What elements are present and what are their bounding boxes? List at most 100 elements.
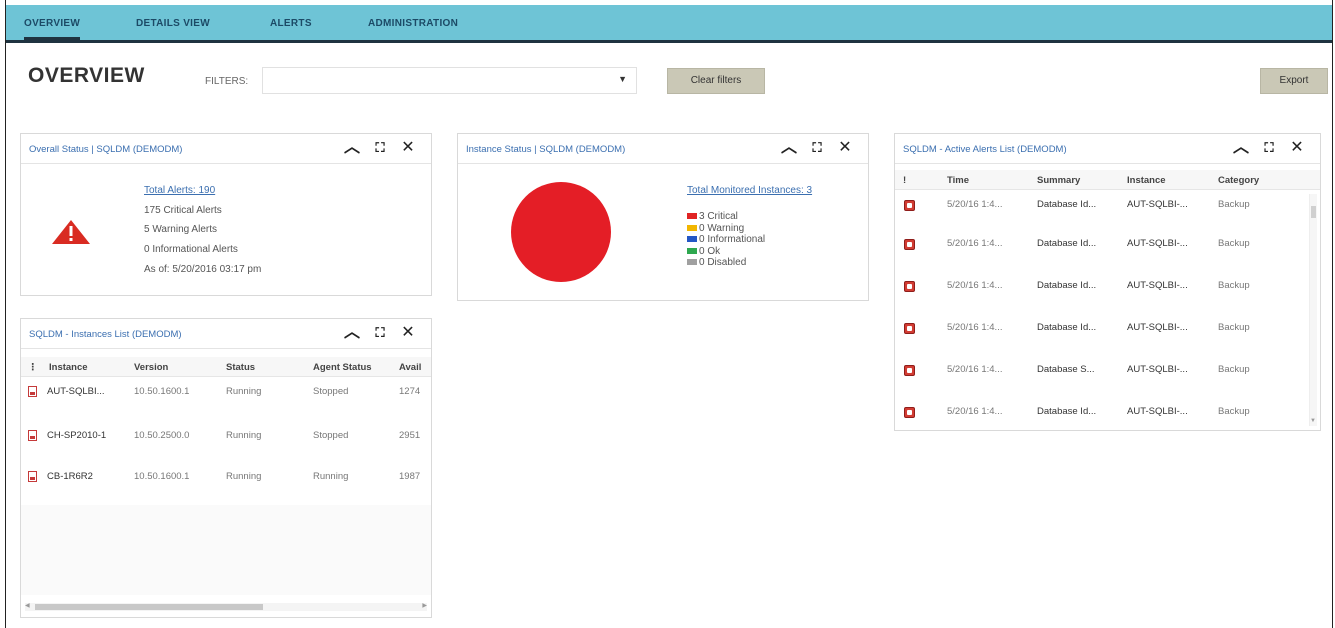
active-alerts-panel: SQLDM - Active Alerts List (DEMODM) ︿ ⛶ … <box>894 133 1321 431</box>
alert-instance: AUT-SQLBI-... <box>1127 199 1188 210</box>
expand-icon[interactable]: ⛶ <box>371 324 389 342</box>
alert-summary: Database Id... <box>1037 322 1097 333</box>
instance-availability: 1274 <box>399 386 421 397</box>
instance-name: CH-SP2010-1 <box>47 430 107 441</box>
alert-square-icon <box>904 200 915 211</box>
table-row[interactable]: 5/20/16 1:4... Database Id... AUT-SQLBI-… <box>895 191 1308 225</box>
instance-availability: 1987 <box>399 471 421 482</box>
column-header-severity[interactable]: ! <box>903 175 906 186</box>
alert-time: 5/20/16 1:4... <box>947 199 1003 210</box>
alert-time: 5/20/16 1:4... <box>947 406 1003 417</box>
column-header-time[interactable]: Time <box>947 175 969 186</box>
alert-instance: AUT-SQLBI-... <box>1127 322 1188 333</box>
column-header-status[interactable]: Status <box>226 362 255 373</box>
expand-icon[interactable]: ⛶ <box>1260 139 1278 157</box>
expand-icon[interactable]: ⛶ <box>808 139 826 157</box>
instance-name: CB-1R6R2 <box>47 471 93 482</box>
chevron-up-icon[interactable]: ︿ <box>780 139 798 157</box>
warning-alerts-count: 5 Warning Alerts <box>144 224 217 235</box>
alert-time: 5/20/16 1:4... <box>947 280 1003 291</box>
alert-instance: AUT-SQLBI-... <box>1127 406 1188 417</box>
instance-status: Running <box>226 471 262 482</box>
column-header-instance[interactable]: Instance <box>1127 175 1166 186</box>
alerts-vertical-scrollbar[interactable]: ▼ <box>1309 194 1317 426</box>
alert-instance: AUT-SQLBI-... <box>1127 238 1188 249</box>
close-icon[interactable]: ✕ <box>399 324 417 342</box>
chevron-up-icon[interactable]: ︿ <box>343 324 361 342</box>
panel-title: SQLDM - Instances List (DEMODM) <box>29 329 182 340</box>
scroll-down-arrow-icon[interactable]: ▼ <box>1310 418 1316 424</box>
export-button[interactable]: Export <box>1260 68 1328 94</box>
column-header-summary[interactable]: Summary <box>1037 175 1080 186</box>
table-row[interactable]: AUT-SQLBI... 10.50.1600.1 Running Stoppe… <box>21 379 431 409</box>
legend-item-informational: 0 Informational <box>687 229 765 245</box>
panel-title: Instance Status | SQLDM (DEMODM) <box>466 144 626 155</box>
alert-category: Backup <box>1218 238 1250 249</box>
empty-grid-area <box>21 505 431 595</box>
table-row[interactable]: 5/20/16 1:4... Database Id... AUT-SQLBI-… <box>895 225 1308 259</box>
expand-icon[interactable]: ⛶ <box>371 139 389 157</box>
close-icon[interactable]: ✕ <box>836 139 854 157</box>
table-row[interactable]: 5/20/16 1:4... Database Id... AUT-SQLBI-… <box>895 309 1308 343</box>
alert-square-icon <box>904 239 915 250</box>
tab-details-view[interactable]: DETAILS VIEW <box>136 5 210 40</box>
column-header-version[interactable]: Version <box>134 362 168 373</box>
instance-agent-status: Stopped <box>313 386 349 397</box>
total-monitored-instances-link[interactable]: Total Monitored Instances: 3 <box>687 185 812 196</box>
column-header-marker: ⋮ <box>28 362 38 373</box>
as-of-timestamp: As of: 5/20/2016 03:17 pm <box>144 264 262 275</box>
close-icon[interactable]: ✕ <box>399 139 417 157</box>
instance-status-legend: 3 Critical 0 Warning 0 Informational 0 O… <box>687 206 765 268</box>
total-alerts-link[interactable]: Total Alerts: 190 <box>144 185 215 196</box>
instance-version: 10.50.1600.1 <box>134 386 190 397</box>
alert-time: 5/20/16 1:4... <box>947 238 1003 249</box>
alert-category: Backup <box>1218 364 1250 375</box>
tab-administration[interactable]: ADMINISTRATION <box>368 5 458 40</box>
alert-time: 5/20/16 1:4... <box>947 322 1003 333</box>
instance-status: Running <box>226 430 262 441</box>
alert-summary: Database Id... <box>1037 406 1097 417</box>
alerts-grid-header: ! Time Summary Instance Category <box>895 170 1320 190</box>
instance-agent-status: Running <box>313 471 349 482</box>
instance-name: AUT-SQLBI... <box>47 386 105 397</box>
instance-status-pie-chart[interactable] <box>510 181 612 283</box>
instance-document-icon <box>28 386 37 397</box>
clear-filters-button[interactable]: Clear filters <box>667 68 765 94</box>
table-row[interactable]: 5/20/16 1:4... Database S... AUT-SQLBI-.… <box>895 351 1308 385</box>
pie-slice-critical <box>511 182 611 282</box>
scroll-left-arrow-icon[interactable]: ◀ <box>25 602 30 609</box>
tab-alerts[interactable]: ALERTS <box>270 5 312 40</box>
alert-summary: Database Id... <box>1037 280 1097 291</box>
filters-dropdown[interactable]: ▼ <box>262 67 637 94</box>
table-row[interactable]: 5/20/16 1:4... Database Id... AUT-SQLBI-… <box>895 393 1308 427</box>
column-header-instance[interactable]: Instance <box>49 362 88 373</box>
table-row[interactable]: CB-1R6R2 10.50.1600.1 Running Running 19… <box>21 464 431 494</box>
table-row[interactable]: 5/20/16 1:4... Database Id... AUT-SQLBI-… <box>895 267 1308 301</box>
instances-horizontal-scrollbar[interactable]: ◀ ▶ <box>25 603 427 611</box>
legend-item-critical: 3 Critical <box>687 206 765 222</box>
alerts-grid-body: 5/20/16 1:4... Database Id... AUT-SQLBI-… <box>895 191 1308 426</box>
scrollbar-thumb[interactable] <box>1311 206 1316 218</box>
instance-document-icon <box>28 471 37 482</box>
column-header-agent-status[interactable]: Agent Status <box>313 362 372 373</box>
filters-label: FILTERS: <box>205 76 249 87</box>
column-header-availability[interactable]: Avail <box>399 362 421 373</box>
instance-version: 10.50.2500.0 <box>134 430 190 441</box>
column-header-category[interactable]: Category <box>1218 175 1259 186</box>
chevron-up-icon[interactable]: ︿ <box>343 139 361 157</box>
tab-overview[interactable]: OVERVIEW <box>24 5 81 40</box>
alert-category: Backup <box>1218 406 1250 417</box>
chevron-up-icon[interactable]: ︿ <box>1232 139 1250 157</box>
critical-alerts-count: 175 Critical Alerts <box>144 205 222 216</box>
panel-header: SQLDM - Active Alerts List (DEMODM) ︿ ⛶ … <box>895 134 1320 164</box>
instance-availability: 2951 <box>399 430 421 441</box>
panel-header: Overall Status | SQLDM (DEMODM) ︿ ⛶ ✕ <box>21 134 431 164</box>
table-row[interactable]: CH-SP2010-1 10.50.2500.0 Running Stopped… <box>21 423 431 453</box>
scroll-right-arrow-icon[interactable]: ▶ <box>422 602 427 609</box>
alert-summary: Database S... <box>1037 364 1095 375</box>
scrollbar-thumb[interactable] <box>35 604 263 610</box>
alert-instance: AUT-SQLBI-... <box>1127 280 1188 291</box>
panel-header: Instance Status | SQLDM (DEMODM) ︿ ⛶ ✕ <box>458 134 868 164</box>
alert-instance: AUT-SQLBI-... <box>1127 364 1188 375</box>
close-icon[interactable]: ✕ <box>1288 139 1306 157</box>
